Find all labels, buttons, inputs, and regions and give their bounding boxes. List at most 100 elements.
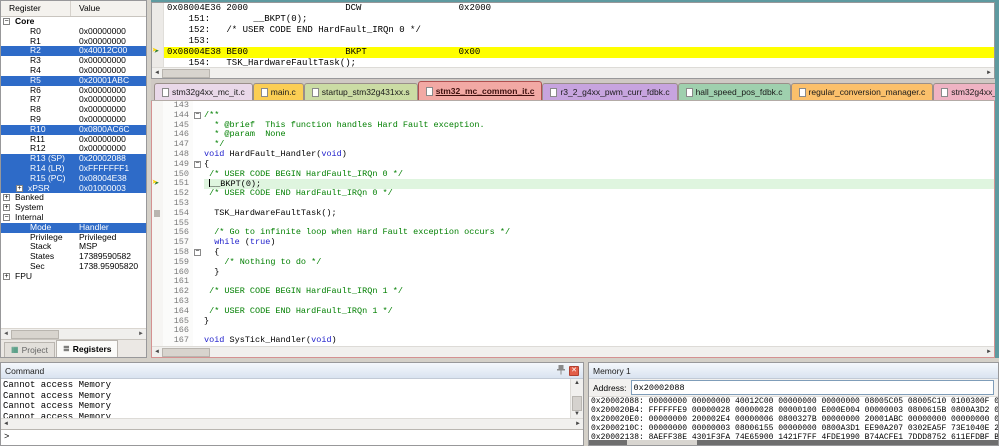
register-row[interactable]: R5 0x20001ABC xyxy=(1,75,146,86)
register-row[interactable]: + xPSR 0x01000003 xyxy=(1,183,146,194)
tab-registers[interactable]: ≣ Registers xyxy=(56,340,119,357)
code-line[interactable]: 145 * @brief This function handles Hard … xyxy=(152,120,994,131)
register-row[interactable]: − Core xyxy=(1,17,146,27)
code-line[interactable]: 144−/** xyxy=(152,110,994,121)
editor-tab[interactable]: stm32g4xx_hal_rcc.c xyxy=(933,83,995,100)
pin-icon[interactable] xyxy=(557,364,565,377)
disassembly-line[interactable]: 154: TSK_HardwareFaultTask(); xyxy=(152,58,994,67)
code-line[interactable]: 159 /* Nothing to do */ xyxy=(152,257,994,268)
editor-tab[interactable]: r3_2_g4xx_pwm_curr_fdbk.c xyxy=(542,83,678,100)
code-line[interactable]: 152 /* USER CODE END HardFault_IRQn 0 */ xyxy=(152,188,994,199)
register-row[interactable]: R13 (SP) 0x20002088 xyxy=(1,154,146,164)
register-row[interactable]: R4 0x00000000 xyxy=(1,66,146,76)
register-row[interactable]: R6 0x00000000 xyxy=(1,86,146,96)
register-row[interactable]: R9 0x00000000 xyxy=(1,115,146,125)
register-row[interactable]: R3 0x00000000 xyxy=(1,56,146,66)
editor-tab[interactable]: main.c xyxy=(252,83,304,100)
memory-hscrollbar[interactable] xyxy=(589,440,998,445)
scroll-right-arrow-icon[interactable]: ► xyxy=(986,349,992,355)
register-row[interactable]: + System xyxy=(1,203,146,213)
scroll-right-arrow-icon[interactable]: ► xyxy=(575,421,581,427)
code-line[interactable]: 147 */ xyxy=(152,139,994,150)
disassembly-hscrollbar[interactable]: ◄ ► xyxy=(152,67,994,78)
fold-collapse-icon[interactable]: − xyxy=(193,248,204,258)
scrollbar-thumb[interactable] xyxy=(572,396,582,412)
register-row[interactable]: + Banked xyxy=(1,193,146,203)
scroll-right-arrow-icon[interactable]: ► xyxy=(138,331,144,337)
register-row[interactable]: Stack MSP xyxy=(1,242,146,252)
code-line[interactable]: 167 void SysTick_Handler(void) xyxy=(152,335,994,346)
disassembly-line[interactable]: ➤ ➤ 0x08004E38 BE00 BKPT 0x00 xyxy=(152,46,994,58)
tree-collapse-icon[interactable]: − xyxy=(3,18,10,25)
code-line[interactable]: 164 /* USER CODE END HardFault_IRQn 1 */ xyxy=(152,306,994,317)
code-line[interactable]: 146 * @param None xyxy=(152,130,994,141)
register-row[interactable]: − Internal xyxy=(1,213,146,223)
code-line[interactable]: 158− { xyxy=(152,247,994,258)
tree-expand-icon[interactable]: + xyxy=(3,272,10,280)
disassembly-line[interactable]: 152: /* USER CODE END HardFault_IRQn 0 *… xyxy=(152,25,994,36)
register-row[interactable]: Privilege Privileged xyxy=(1,233,146,243)
code-line[interactable]: 161 xyxy=(152,277,994,288)
code-line[interactable]: 156 /* Go to infinite loop when Hard Fau… xyxy=(152,228,994,239)
register-row[interactable]: Sec 1738.95905820 xyxy=(1,262,146,272)
code-line[interactable]: 154 TSK_HardwareFaultTask(); xyxy=(152,208,994,219)
editor-tab[interactable]: hall_speed_pos_fdbk.c xyxy=(677,83,791,100)
command-hscrollbar[interactable]: ◄ ► xyxy=(1,418,583,429)
code-line[interactable]: 162 /* USER CODE BEGIN HardFault_IRQn 1 … xyxy=(152,286,994,297)
close-icon[interactable]: ✕ xyxy=(569,365,579,376)
tree-collapse-icon[interactable]: − xyxy=(3,213,10,221)
tab-project[interactable]: ▦ Project xyxy=(4,342,56,357)
code-line[interactable]: 160 } xyxy=(152,267,994,278)
scroll-left-arrow-icon[interactable]: ◄ xyxy=(154,70,160,76)
address-input[interactable] xyxy=(630,380,994,395)
register-row[interactable]: R7 0x00000000 xyxy=(1,95,146,105)
memory-row[interactable]: 0x200020B4: FFFFFFE9 00000028 00000028 0… xyxy=(591,406,998,415)
current-statement-marker[interactable]: ➤ ➤ xyxy=(152,178,163,189)
editor-tab[interactable]: startup_stm32g431xx.s xyxy=(303,83,418,100)
scroll-left-arrow-icon[interactable]: ◄ xyxy=(3,421,9,427)
register-row[interactable]: R10 0x0800AC6C xyxy=(1,124,146,135)
code-line[interactable]: 149−{ xyxy=(152,159,994,170)
memory-row[interactable]: 0x2000210C: 00000000 00000003 08006155 0… xyxy=(591,424,998,433)
register-row[interactable]: Mode Handler xyxy=(1,222,146,233)
register-row[interactable]: R11 0x00000000 xyxy=(1,135,146,145)
code-line[interactable]: 163 xyxy=(152,296,994,307)
tree-expand-icon[interactable]: + xyxy=(16,184,23,192)
code-line[interactable]: 166 xyxy=(152,326,994,337)
register-row[interactable]: + FPU xyxy=(1,272,146,282)
register-row[interactable]: R12 0x00000000 xyxy=(1,144,146,154)
scroll-up-arrow-icon[interactable]: ▲ xyxy=(574,380,580,386)
editor-tab[interactable]: stm32_mc_common_it.c xyxy=(417,81,543,100)
command-input[interactable]: > xyxy=(1,429,583,445)
memory-row[interactable]: 0x200020E0: 00000000 200002E4 00000006 0… xyxy=(591,415,998,424)
scroll-left-arrow-icon[interactable]: ◄ xyxy=(154,349,160,355)
disassembly-line[interactable]: 153: xyxy=(152,36,994,47)
register-row[interactable]: R8 0x00000000 xyxy=(1,105,146,115)
editor-hscrollbar[interactable]: ◄ ► xyxy=(152,346,994,357)
disassembly-line[interactable]: 0x08004E36 2000 DCW 0x2000 xyxy=(152,3,994,14)
registers-hscrollbar[interactable]: ◄ ► xyxy=(1,328,146,339)
code-line[interactable]: 148 void HardFault_Handler(void) xyxy=(152,149,994,160)
register-row[interactable]: R0 0x00000000 xyxy=(1,27,146,37)
code-line[interactable]: 155 xyxy=(152,218,994,229)
scrollbar-thumb[interactable] xyxy=(161,347,210,357)
register-row[interactable]: States 17389590582 xyxy=(1,252,146,262)
scrollbar-thumb[interactable] xyxy=(161,68,210,78)
editor-tab[interactable]: regular_conversion_manager.c xyxy=(790,83,934,100)
code-line[interactable]: 143 xyxy=(152,101,994,111)
editor-tab[interactable]: stm32g4xx_mc_it.c xyxy=(154,83,253,100)
scroll-right-arrow-icon[interactable]: ► xyxy=(986,70,992,76)
register-row[interactable]: R14 (LR) 0xFFFFFFF1 xyxy=(1,163,146,174)
fold-collapse-icon[interactable]: − xyxy=(193,111,204,121)
memory-row[interactable]: 0x20002138: 8AEFF38E 4301F3FA 74E65900 1… xyxy=(591,433,998,440)
scroll-left-arrow-icon[interactable]: ◄ xyxy=(3,331,9,337)
disassembly-line[interactable]: 151: __BKPT(0); xyxy=(152,14,994,25)
scrollbar-thumb[interactable] xyxy=(627,440,697,445)
code-line[interactable]: 153 xyxy=(152,198,994,209)
code-line[interactable]: 165} xyxy=(152,316,994,327)
code-line[interactable]: 157 while (true) xyxy=(152,237,994,248)
scrollbar-thumb[interactable] xyxy=(10,329,59,339)
scroll-down-arrow-icon[interactable]: ▼ xyxy=(574,411,580,417)
memory-row[interactable]: 0x20002088: 00000000 00000000 40012C00 0… xyxy=(591,397,998,406)
tree-expand-icon[interactable]: + xyxy=(3,204,10,212)
